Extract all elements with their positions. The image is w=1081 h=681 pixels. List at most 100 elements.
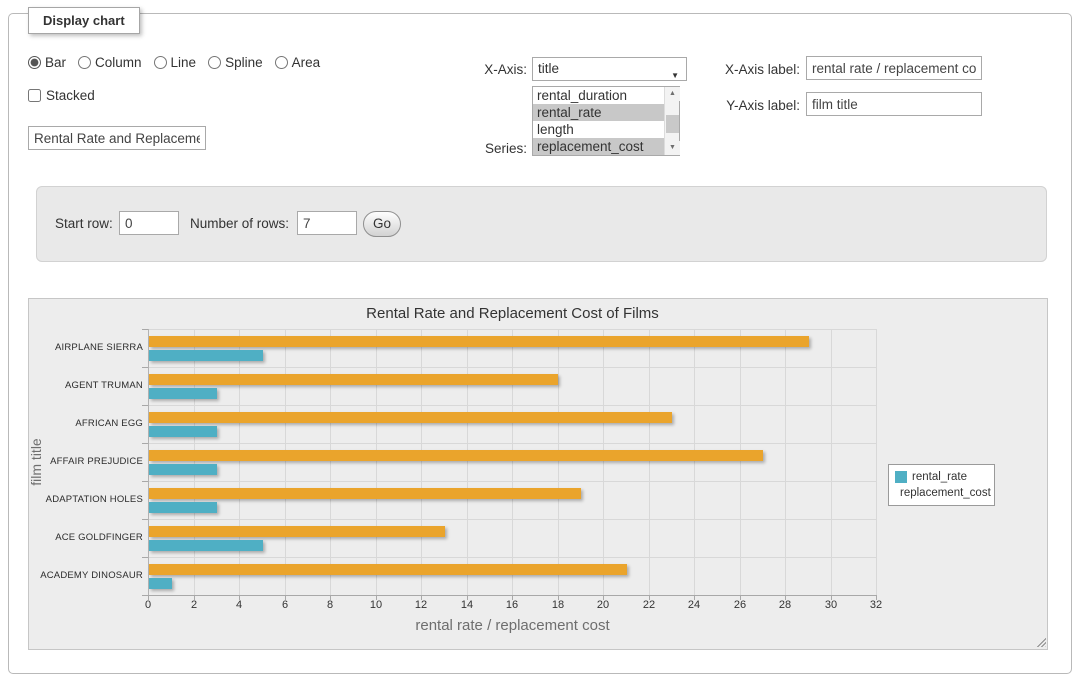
y-gridline [148, 443, 877, 444]
scrollbar-thumb[interactable] [666, 115, 679, 133]
radio-option-label: Area [292, 55, 321, 70]
bar-rental-rate[interactable] [149, 578, 172, 589]
bar-rental-rate[interactable] [149, 540, 263, 551]
page: Display chart Bar Column Line Spline Area St… [0, 0, 1081, 681]
radio-line-icon[interactable] [154, 56, 167, 69]
start-row-input[interactable] [119, 211, 179, 235]
x-gridline [421, 329, 422, 595]
bar-replacement-cost[interactable] [149, 526, 445, 537]
x-axis-label-input[interactable] [806, 56, 982, 80]
x-gridline [785, 329, 786, 595]
x-axis-select-label: X-Axis: [420, 58, 527, 82]
bar-rental-rate[interactable] [149, 388, 217, 399]
x-gridline [558, 329, 559, 595]
fieldset-legend: Display chart [28, 7, 140, 34]
chart-type-option-spline[interactable]: Spline [208, 55, 263, 70]
chart-type-option-bar[interactable]: Bar [28, 55, 66, 70]
series-select-label: Series: [420, 137, 527, 161]
y-gridline [148, 519, 877, 520]
x-tick-label: 14 [452, 599, 482, 611]
x-axis-select[interactable]: title ▼ [532, 57, 687, 81]
bar-replacement-cost[interactable] [149, 488, 581, 499]
chart-type-option-line[interactable]: Line [154, 55, 197, 70]
radio-option-label: Spline [225, 55, 263, 70]
scroll-up-icon[interactable]: ▲ [665, 87, 680, 101]
stacked-label: Stacked [46, 88, 95, 103]
chart-title: Rental Rate and Replacement Cost of Film… [148, 305, 877, 322]
category-label: AFRICAN EGG [38, 418, 143, 429]
x-gridline [376, 329, 377, 595]
bar-replacement-cost[interactable] [149, 450, 763, 461]
legend-label: replacement_cost [900, 487, 991, 499]
go-button[interactable]: Go [363, 211, 401, 237]
scroll-down-icon[interactable]: ▼ [665, 141, 680, 155]
stacked-checkbox[interactable] [28, 89, 41, 102]
series-option-replacement_cost[interactable]: replacement_cost [533, 138, 679, 155]
radio-area-icon[interactable] [275, 56, 288, 69]
x-gridline [649, 329, 650, 595]
x-tick-label: 12 [406, 599, 436, 611]
legend-item-rental_rate[interactable]: rental_rate [895, 469, 988, 485]
chevron-down-icon: ▼ [671, 65, 679, 87]
x-tick-label: 6 [270, 599, 300, 611]
x-tick-label: 10 [361, 599, 391, 611]
series-option-length[interactable]: length [533, 121, 679, 138]
category-label: AIRPLANE SIERRA [38, 342, 143, 353]
y-gridline [148, 329, 877, 330]
legend-item-replacement_cost[interactable]: replacement_cost [895, 485, 988, 501]
bar-rental-rate[interactable] [149, 350, 263, 361]
chart-type-option-column[interactable]: Column [78, 55, 142, 70]
chart-legend: rental_rate replacement_cost [888, 464, 995, 506]
y-axis-label-input[interactable] [806, 92, 982, 116]
series-option-rental_duration[interactable]: rental_duration [533, 87, 679, 104]
x-tick-label: 8 [315, 599, 345, 611]
category-label: ADAPTATION HOLES [38, 494, 143, 505]
category-label: AGENT TRUMAN [38, 380, 143, 391]
x-gridline [194, 329, 195, 595]
x-gridline [740, 329, 741, 595]
y-axis-label-label: Y-Axis label: [696, 94, 800, 118]
x-gridline [512, 329, 513, 595]
radio-option-label: Line [171, 55, 197, 70]
x-gridline [694, 329, 695, 595]
bar-rental-rate[interactable] [149, 502, 217, 513]
x-tick-label: 30 [816, 599, 846, 611]
y-gridline [148, 481, 877, 482]
stacked-checkbox-row[interactable]: Stacked [28, 88, 95, 103]
series-listbox[interactable]: rental_durationrental_ratelengthreplacem… [532, 86, 680, 156]
radio-column-icon[interactable] [78, 56, 91, 69]
x-tick-label: 22 [634, 599, 664, 611]
x-tick-label: 28 [770, 599, 800, 611]
number-of-rows-input[interactable] [297, 211, 357, 235]
x-gridline [239, 329, 240, 595]
y-gridline [148, 367, 877, 368]
x-axis-label-label: X-Axis label: [696, 58, 800, 82]
y-axis-line [148, 329, 149, 595]
bar-rental-rate[interactable] [149, 464, 217, 475]
series-scrollbar[interactable]: ▲ ▼ [664, 87, 679, 155]
x-tick-label: 24 [679, 599, 709, 611]
radio-bar-icon[interactable] [28, 56, 41, 69]
row-range-panel [36, 186, 1047, 262]
bar-replacement-cost[interactable] [149, 374, 558, 385]
chart-title-input[interactable] [28, 126, 206, 150]
number-of-rows-label: Number of rows: [190, 212, 289, 236]
series-option-rental_rate[interactable]: rental_rate [533, 104, 679, 121]
bar-rental-rate[interactable] [149, 426, 217, 437]
x-gridline [285, 329, 286, 595]
x-axis-selected-value: title [538, 61, 559, 76]
bar-replacement-cost[interactable] [149, 564, 627, 575]
y-axis-title: film title [28, 372, 44, 552]
chart-type-group: Bar Column Line Spline Area [28, 55, 320, 70]
radio-spline-icon[interactable] [208, 56, 221, 69]
x-gridline [831, 329, 832, 595]
chart-type-option-area[interactable]: Area [275, 55, 321, 70]
x-gridline [603, 329, 604, 595]
bar-replacement-cost[interactable] [149, 336, 809, 347]
start-row-label: Start row: [55, 212, 113, 236]
radio-option-label: Column [95, 55, 142, 70]
x-tick-label: 26 [725, 599, 755, 611]
category-label: ACADEMY DINOSAUR [38, 570, 143, 581]
bar-replacement-cost[interactable] [149, 412, 672, 423]
x-tick-label: 2 [179, 599, 209, 611]
